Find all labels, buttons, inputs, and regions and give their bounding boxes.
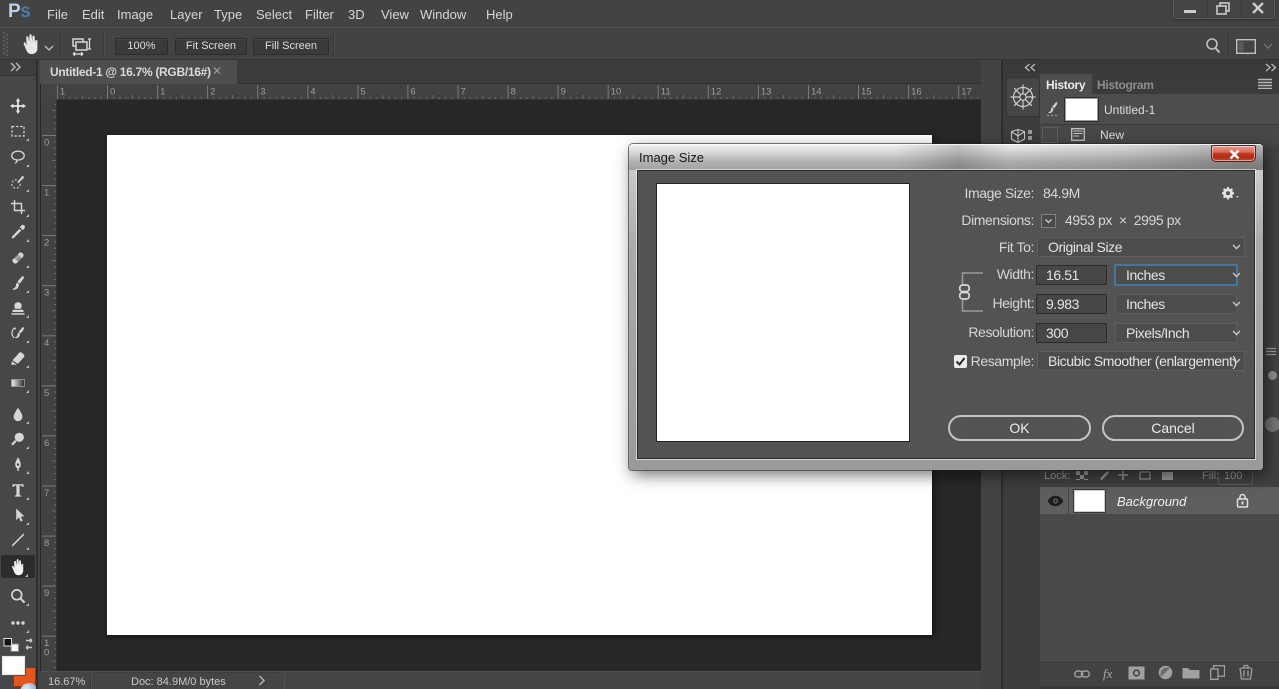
svg-text:0: 0: [44, 648, 49, 659]
svg-text:8: 8: [511, 87, 516, 98]
svg-text:1: 1: [44, 188, 49, 199]
svg-text:16: 16: [911, 87, 922, 98]
svg-text:9: 9: [44, 588, 49, 599]
svg-text:0: 0: [110, 87, 115, 98]
svg-text:1: 1: [160, 87, 165, 98]
svg-text:13: 13: [761, 87, 772, 98]
svg-text:5: 5: [44, 388, 49, 399]
svg-text:15: 15: [861, 87, 872, 98]
svg-text:4: 4: [44, 338, 49, 349]
svg-text:9: 9: [561, 87, 566, 98]
svg-text:5: 5: [360, 87, 365, 98]
svg-text:6: 6: [44, 438, 49, 449]
svg-text:fx: fx: [1103, 666, 1113, 681]
svg-text:10: 10: [611, 87, 622, 98]
svg-text:7: 7: [44, 488, 49, 499]
svg-text:2: 2: [44, 238, 49, 249]
svg-text:6: 6: [410, 87, 415, 98]
svg-text:17: 17: [961, 87, 972, 98]
svg-text:2: 2: [210, 87, 215, 98]
svg-text:4: 4: [310, 87, 315, 98]
svg-text:8: 8: [44, 538, 49, 549]
svg-text:3: 3: [44, 288, 49, 299]
svg-text:11: 11: [661, 87, 671, 98]
svg-text:1: 1: [60, 87, 65, 98]
svg-text:3: 3: [260, 87, 265, 98]
svg-text:14: 14: [811, 87, 822, 98]
svg-text:7: 7: [461, 87, 466, 98]
svg-text:12: 12: [711, 87, 722, 98]
svg-text:0: 0: [44, 138, 49, 149]
